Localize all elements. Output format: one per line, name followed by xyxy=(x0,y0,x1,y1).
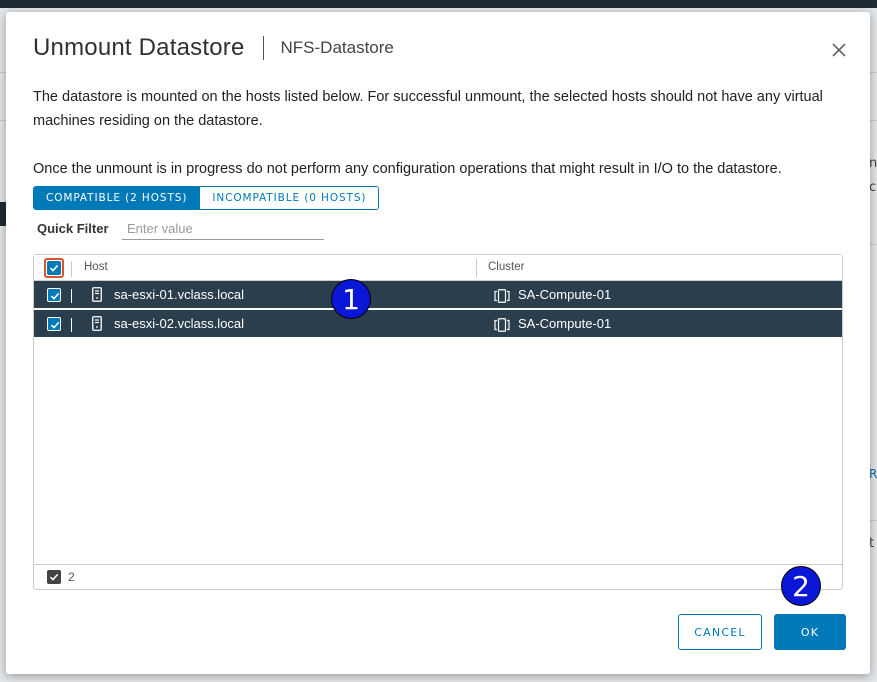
ok-button[interactable]: OK xyxy=(774,614,846,650)
select-all-checkbox[interactable] xyxy=(47,261,61,275)
bg-text: c xyxy=(869,180,877,195)
grid-footer: 2 ns xyxy=(34,564,842,589)
cancel-button[interactable]: CANCEL xyxy=(678,614,762,650)
bg-link[interactable]: R xyxy=(869,467,877,481)
cluster-icon xyxy=(494,288,510,307)
tab-compatible[interactable]: COMPATIBLE (2 HOSTS) xyxy=(34,187,200,209)
step-marker-2: 2 xyxy=(781,566,821,606)
table-row[interactable]: sa-esxi-01.vclass.local SA-Compute-01 xyxy=(34,281,842,309)
host-name: sa-esxi-02.vclass.local xyxy=(114,316,245,331)
grid-header: Host Cluster xyxy=(34,255,842,281)
dialog-title: Unmount Datastore xyxy=(33,34,245,61)
app-header-bar xyxy=(0,0,877,8)
close-icon[interactable] xyxy=(830,41,848,59)
dialog-subtitle: NFS-Datastore xyxy=(280,38,394,57)
column-header-host[interactable]: Host xyxy=(84,261,108,273)
column-separator xyxy=(71,261,72,277)
cluster-name: SA-Compute-01 xyxy=(518,287,612,302)
table-row[interactable]: sa-esxi-02.vclass.local SA-Compute-01 xyxy=(34,310,842,338)
compatibility-tabs: COMPATIBLE (2 HOSTS) INCOMPATIBLE (0 HOS… xyxy=(33,186,380,210)
dialog-warning: Once the unmount is in progress do not p… xyxy=(33,161,782,177)
row-checkbox[interactable] xyxy=(47,288,61,302)
column-header-cluster[interactable]: Cluster xyxy=(488,261,524,273)
row-divider xyxy=(71,289,72,303)
row-checkbox[interactable] xyxy=(47,317,61,331)
selected-count-checkbox[interactable] xyxy=(47,570,61,584)
column-resize-handle[interactable] xyxy=(476,259,477,277)
host-name: sa-esxi-01.vclass.local xyxy=(114,287,245,302)
dialog-description: The datastore is mounted on the hosts li… xyxy=(33,89,823,129)
dialog-header: Unmount Datastore NFS-Datastore xyxy=(33,34,394,62)
host-server-icon xyxy=(92,287,102,306)
hosts-grid: Host Cluster sa-esxi-01.vclass.local SA-… xyxy=(33,254,843,590)
row-divider xyxy=(71,318,72,332)
quick-filter-input[interactable] xyxy=(122,218,324,240)
selected-count: 2 xyxy=(68,570,75,584)
cluster-name: SA-Compute-01 xyxy=(518,316,612,331)
cluster-icon xyxy=(494,317,510,336)
bg-text: t xyxy=(869,536,875,551)
tab-incompatible[interactable]: INCOMPATIBLE (0 HOSTS) xyxy=(199,187,379,209)
quick-filter-label: Quick Filter xyxy=(37,221,109,236)
title-divider xyxy=(262,36,264,60)
unmount-datastore-dialog: Unmount Datastore NFS-Datastore The data… xyxy=(6,12,870,674)
step-marker-1: 1 xyxy=(331,279,371,319)
host-server-icon xyxy=(92,316,102,335)
bg-text: n xyxy=(869,156,877,171)
